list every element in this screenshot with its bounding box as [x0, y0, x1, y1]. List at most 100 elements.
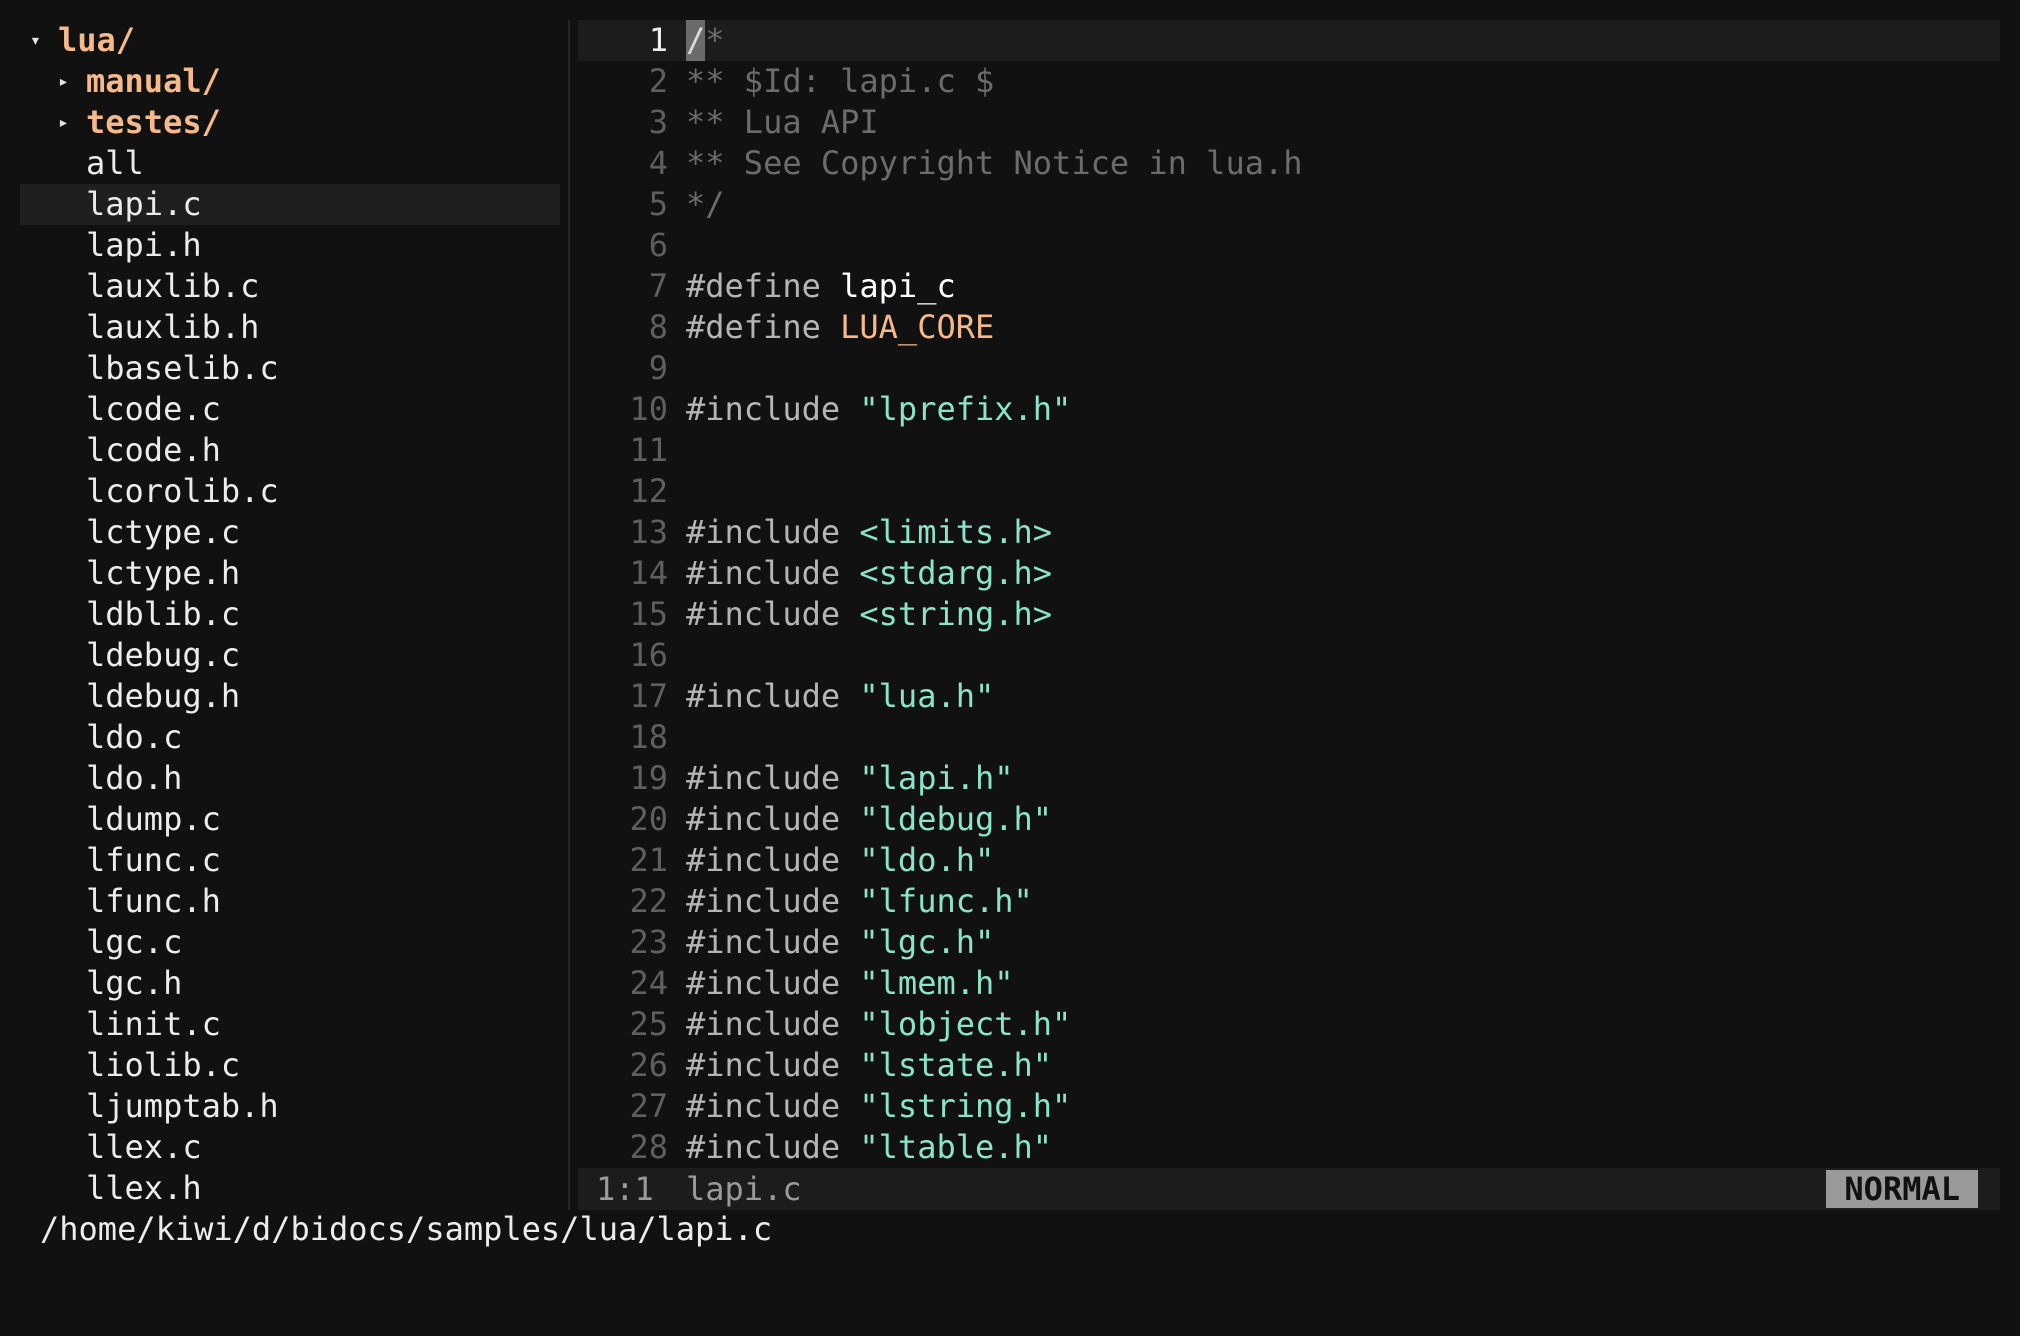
tree-file[interactable]: lbaselib.c: [20, 348, 560, 389]
code-line[interactable]: 12: [578, 471, 2000, 512]
code-line[interactable]: 14 #include <stdarg.h>: [578, 553, 2000, 594]
code-line[interactable]: 20 #include "ldebug.h": [578, 799, 2000, 840]
tree-file[interactable]: lcorolib.c: [20, 471, 560, 512]
tree-file[interactable]: lapi.h: [20, 225, 560, 266]
code-line[interactable]: 26 #include "lstate.h": [578, 1045, 2000, 1086]
code-token: "lapi.h": [859, 759, 1014, 797]
tree-file[interactable]: lctype.c: [20, 512, 560, 553]
code-line[interactable]: 16: [578, 635, 2000, 676]
code-line[interactable]: 24 #include "lmem.h": [578, 963, 2000, 1004]
tree-file[interactable]: lfunc.h: [20, 881, 560, 922]
code-token: "ltable.h": [859, 1128, 1053, 1166]
collapsed-arrow-icon[interactable]: ▸: [58, 61, 69, 102]
code-token: "lprefix.h": [859, 390, 1072, 428]
tree-file[interactable]: llex.h: [20, 1168, 560, 1209]
tree-item-label: ljumptab.h: [86, 1087, 279, 1125]
code-line[interactable]: 4 ** See Copyright Notice in lua.h: [578, 143, 2000, 184]
code-line[interactable]: 8 #define LUA_CORE: [578, 307, 2000, 348]
tree-item-label: ldebug.h: [86, 677, 241, 715]
tree-file[interactable]: liolib.c: [20, 1045, 560, 1086]
code-text: #include "ldo.h": [686, 840, 994, 881]
code-line[interactable]: 27 #include "lstring.h": [578, 1086, 2000, 1127]
code-line[interactable]: 13 #include <limits.h>: [578, 512, 2000, 553]
code-line[interactable]: 6: [578, 225, 2000, 266]
tree-folder[interactable]: ▸ manual/: [20, 61, 560, 102]
code-token: "ldo.h": [859, 841, 995, 879]
tree-file[interactable]: lcode.h: [20, 430, 560, 471]
code-token: "lobject.h": [859, 1005, 1072, 1043]
tree-item-label: ldo.h: [86, 759, 183, 797]
line-number: 27: [629, 1087, 668, 1125]
pane-divider[interactable]: [568, 20, 570, 1210]
line-number: 25: [629, 1005, 668, 1043]
tree-file[interactable]: lgc.c: [20, 922, 560, 963]
collapsed-arrow-icon[interactable]: ▸: [58, 102, 69, 143]
tree-file[interactable]: lapi.c: [20, 184, 560, 225]
code-token: <string.h>: [859, 595, 1053, 633]
code-token: #define: [686, 308, 841, 346]
code-text: ** Lua API: [686, 102, 879, 143]
code-line[interactable]: 3 ** Lua API: [578, 102, 2000, 143]
line-number: 4: [648, 144, 668, 182]
code-token: #include: [686, 800, 860, 838]
tree-item-label: lcorolib.c: [86, 472, 279, 510]
code-token: ** $Id: lapi.c $: [686, 62, 995, 100]
tree-file[interactable]: lauxlib.h: [20, 307, 560, 348]
text-cursor: /: [686, 20, 706, 61]
line-number: 14: [629, 554, 668, 592]
tree-folder[interactable]: ▸ testes/: [20, 102, 560, 143]
tree-file[interactable]: ldo.h: [20, 758, 560, 799]
code-line[interactable]: 1 /*: [578, 20, 2000, 61]
code-line[interactable]: 28 #include "ltable.h": [578, 1127, 2000, 1168]
code-token: #include: [686, 1087, 860, 1125]
code-line[interactable]: 21 #include "ldo.h": [578, 840, 2000, 881]
tree-file[interactable]: lctype.h: [20, 553, 560, 594]
tree-file[interactable]: lauxlib.c: [20, 266, 560, 307]
line-number: 1: [648, 21, 668, 59]
tree-file[interactable]: lgc.h: [20, 963, 560, 1004]
tree-file[interactable]: all: [20, 143, 560, 184]
file-tree: ▾ lua/▸ manual/▸ testes/all lapi.c lapi.h laux…: [20, 20, 560, 1208]
code-line[interactable]: 11: [578, 430, 2000, 471]
tree-file[interactable]: ldebug.h: [20, 676, 560, 717]
code-line[interactable]: 15 #include <string.h>: [578, 594, 2000, 635]
line-number: 8: [648, 308, 668, 346]
tree-item-label: lauxlib.h: [86, 308, 260, 346]
code-line[interactable]: 5 */: [578, 184, 2000, 225]
code-line[interactable]: 22 #include "lfunc.h": [578, 881, 2000, 922]
tree-file[interactable]: ldump.c: [20, 799, 560, 840]
expanded-arrow-icon[interactable]: ▾: [30, 20, 41, 61]
code-line[interactable]: 19 #include "lapi.h": [578, 758, 2000, 799]
code-line[interactable]: 2 ** $Id: lapi.c $: [578, 61, 2000, 102]
code-token: "lstring.h": [859, 1087, 1072, 1125]
code-line[interactable]: 9: [578, 348, 2000, 389]
tree-file[interactable]: ldebug.c: [20, 635, 560, 676]
code-line[interactable]: 7 #define lapi_c: [578, 266, 2000, 307]
line-number: 11: [629, 431, 668, 469]
code-line[interactable]: 23 #include "lgc.h": [578, 922, 2000, 963]
tree-file[interactable]: ljumptab.h: [20, 1086, 560, 1127]
code-line[interactable]: 10 #include "lprefix.h": [578, 389, 2000, 430]
tree-file[interactable]: ldo.c: [20, 717, 560, 758]
code-line[interactable]: 17 #include "lua.h": [578, 676, 2000, 717]
code-token: "lfunc.h": [859, 882, 1033, 920]
tree-file[interactable]: lcode.c: [20, 389, 560, 430]
code-editor[interactable]: 1 /* 2 ** $Id: lapi.c $ 3 ** Lua API 4 ** See C…: [578, 20, 2000, 1168]
line-number: 21: [629, 841, 668, 879]
tree-item-label: lauxlib.c: [86, 267, 260, 305]
code-text: #include <stdarg.h>: [686, 553, 1052, 594]
code-token: <stdarg.h>: [859, 554, 1053, 592]
line-number: 10: [629, 390, 668, 428]
tree-file[interactable]: llex.c: [20, 1127, 560, 1168]
code-text: /*: [686, 20, 725, 61]
code-line[interactable]: 18: [578, 717, 2000, 758]
tree-folder[interactable]: ▾ lua/: [20, 20, 560, 61]
code-token: #include: [686, 882, 860, 920]
tree-file[interactable]: lfunc.c: [20, 840, 560, 881]
tree-file[interactable]: linit.c: [20, 1004, 560, 1045]
command-line[interactable]: /home/kiwi/d/bidocs/samples/lua/lapi.c: [40, 1208, 772, 1250]
code-line[interactable]: 25 #include "lobject.h": [578, 1004, 2000, 1045]
code-text: */: [686, 184, 725, 225]
tree-file[interactable]: ldblib.c: [20, 594, 560, 635]
line-number: 6: [648, 226, 668, 264]
